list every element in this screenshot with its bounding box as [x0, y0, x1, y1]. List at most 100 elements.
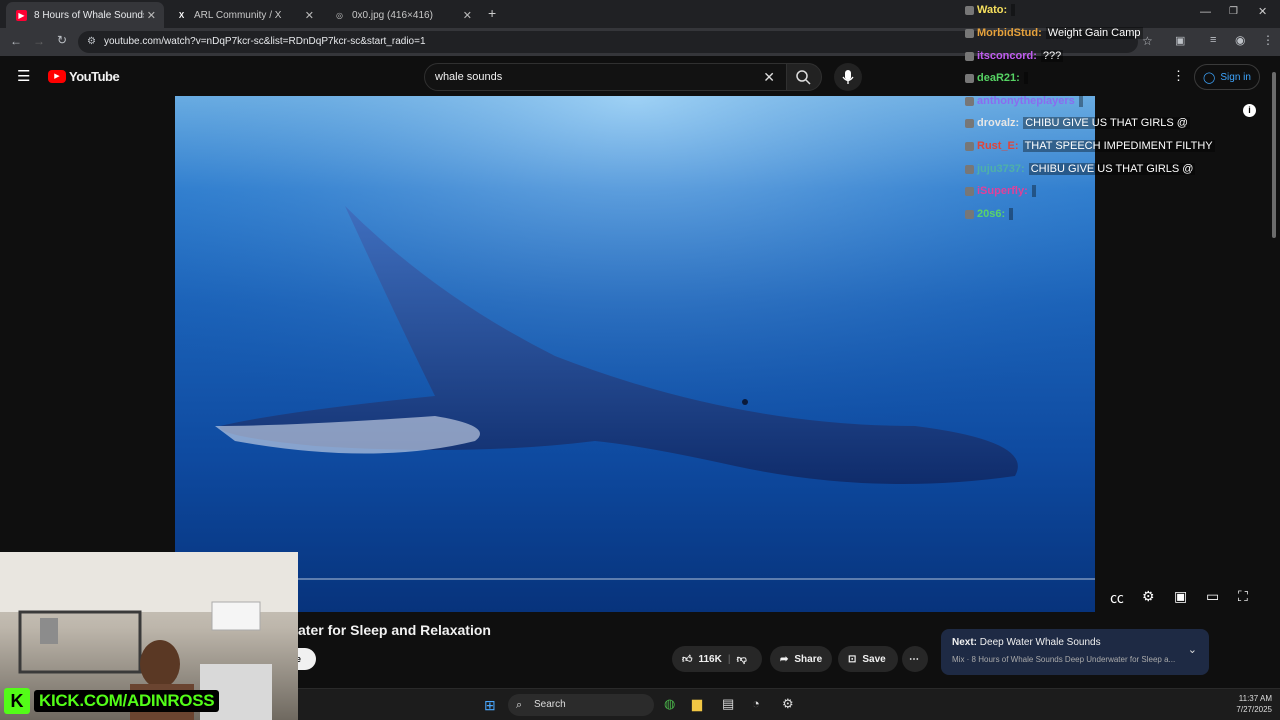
chat-username: drovalz:	[977, 117, 1020, 129]
search-query: whale sounds	[435, 71, 503, 83]
tab-label: 8 Hours of Whale Sounds Deep	[34, 9, 144, 21]
search-icon: ⌕	[516, 699, 523, 711]
chat-username: deaR21:	[977, 72, 1020, 84]
chat-text: ???	[1040, 50, 1064, 62]
windows-taskbar: ⊞ ⌕ Search ◍ ▆ ▤ ◔ ⚙ 11:37 AM 7/27/2025	[298, 688, 1280, 720]
settings-dots-icon[interactable]: ⋮	[1172, 68, 1185, 84]
tab-youtube[interactable]: ▶ 8 Hours of Whale Sounds Deep ✕	[6, 2, 164, 28]
chat-badge-icon	[965, 96, 974, 106]
close-tab-icon[interactable]: ✕	[147, 9, 156, 22]
extensions-icon[interactable]: ▣	[1175, 34, 1185, 47]
video-title: ater for Sleep and Relaxation	[298, 622, 491, 638]
forward-icon[interactable]: →	[33, 34, 45, 48]
close-tab-icon[interactable]: ✕	[463, 9, 472, 22]
next-prefix: Next:	[952, 637, 978, 648]
share-button[interactable]: ➦ Share	[770, 646, 832, 672]
more-icon: ⋯	[909, 653, 919, 665]
youtube-wordmark: YouTube	[69, 69, 120, 84]
media-icon[interactable]: ≡	[1210, 34, 1216, 46]
reload-icon[interactable]: ↻	[57, 33, 67, 47]
settings-app-icon[interactable]: ⚙	[782, 696, 794, 712]
chat-message: iSuperfly:	[965, 185, 1036, 197]
next-subtitle: Mix · 8 Hours of Whale Sounds Deep Under…	[952, 655, 1176, 664]
sign-in-label: Sign in	[1220, 71, 1251, 83]
search-button[interactable]	[786, 63, 822, 91]
chat-username: itsconcord:	[977, 50, 1037, 62]
chat-message: MorbidStud: Weight Gain Camp	[965, 27, 1143, 39]
chrome-icon[interactable]: ◍	[664, 696, 675, 712]
youtube-play-icon: ▶	[48, 70, 66, 83]
chat-text: CHIBU GIVE US THAT GIRLS @	[1028, 163, 1196, 175]
clock-date: 7/27/2025	[1236, 705, 1272, 714]
hamburger-menu-icon[interactable]: ☰	[17, 67, 30, 85]
site-info-icon[interactable]: ⚙	[87, 31, 96, 53]
chat-message: 20s6:	[965, 208, 1014, 220]
chat-text: Weight Gain Camp	[1045, 27, 1143, 39]
clear-search-icon[interactable]: ✕	[763, 64, 775, 90]
video-progress-bar[interactable]	[175, 578, 1095, 580]
kick-watermark: K KICK.COM/ADINROSS	[4, 688, 220, 714]
voice-search-button[interactable]	[834, 63, 862, 91]
chat-badge-icon	[965, 73, 974, 83]
url-text: youtube.com/watch?v=nDqP7kcr-sc&list=RDn…	[104, 36, 426, 47]
bookmark-star-icon[interactable]: ☆	[1142, 34, 1153, 48]
settings-gear-icon[interactable]: ⚙	[1142, 588, 1155, 605]
tab-label: ARL Community / X	[194, 9, 282, 21]
tab-image[interactable]: ◎ 0x0.jpg (416×416) ✕	[324, 2, 480, 28]
chat-badge-icon	[965, 164, 974, 174]
theater-mode-icon[interactable]: ▭	[1206, 588, 1219, 605]
page-scrollbar[interactable]	[1270, 62, 1278, 682]
like-button[interactable]: 👍︎ 116K | 👎︎	[672, 646, 762, 672]
chat-message: itsconcord:???	[965, 50, 1064, 62]
chat-username: juju3737:	[977, 163, 1025, 175]
browser-menu-icon[interactable]: ⋮	[1262, 33, 1274, 47]
kick-logo-icon: K	[4, 688, 30, 714]
chat-text: CHIBU GIVE US THAT GIRLS @	[1023, 117, 1190, 129]
chat-message: Wato:	[965, 4, 1016, 16]
close-window-icon[interactable]: ✕	[1258, 5, 1267, 18]
file-explorer-icon[interactable]: ▆	[692, 696, 702, 712]
tab-label: 0x0.jpg (416×416)	[352, 9, 433, 21]
save-button[interactable]: ⊡ Save	[838, 646, 898, 672]
chat-username: Rust_E:	[977, 140, 1019, 152]
share-label: Share	[794, 653, 823, 665]
search-input[interactable]: whale sounds ✕	[424, 63, 788, 91]
taskbar-search[interactable]: ⌕ Search	[508, 694, 654, 716]
app-icon[interactable]: ◔	[752, 696, 760, 711]
close-tab-icon[interactable]: ✕	[305, 9, 314, 22]
tab-x[interactable]: X ARL Community / X ✕	[166, 2, 322, 28]
new-tab-icon[interactable]: +	[488, 5, 496, 21]
back-icon[interactable]: ←	[10, 34, 22, 48]
chevron-down-icon[interactable]: ⌄	[1188, 643, 1197, 656]
taskbar-search-label: Search	[534, 699, 566, 710]
thumbs-down-icon[interactable]: 👎︎	[737, 653, 747, 665]
chat-badge-icon	[965, 209, 974, 219]
chat-badge-icon	[965, 5, 974, 15]
miniplayer-icon[interactable]: ▣	[1174, 588, 1187, 605]
more-actions-button[interactable]: ⋯	[902, 646, 928, 672]
system-clock[interactable]: 11:37 AM 7/27/2025	[1222, 693, 1272, 715]
chat-message: Rust_E: THAT SPEECH IMPEDIMENT FILTHY	[965, 140, 1215, 152]
sign-in-button[interactable]: ◯ Sign in	[1194, 64, 1260, 90]
chat-username: Wato:	[977, 4, 1008, 16]
chat-badge-icon	[965, 28, 974, 38]
restore-icon[interactable]: ❐	[1229, 6, 1238, 17]
video-player[interactable]	[175, 96, 1095, 612]
chat-username: iSuperfly:	[977, 185, 1028, 197]
profile-icon[interactable]: ◉	[1235, 33, 1245, 47]
store-icon[interactable]: ▤	[722, 696, 734, 712]
chat-text	[1011, 4, 1016, 16]
minimize-icon[interactable]: —	[1200, 6, 1211, 18]
up-next-card[interactable]: Next: Deep Water Whale Sounds Mix · 8 Ho…	[941, 629, 1209, 675]
clock-time: 11:37 AM	[1238, 694, 1272, 703]
youtube-logo[interactable]: ▶ YouTube	[48, 69, 120, 84]
chat-badge-icon	[965, 141, 974, 151]
scrollbar-thumb[interactable]	[1272, 72, 1276, 238]
chat-badge-icon	[965, 51, 974, 61]
captions-icon[interactable]: ㏄	[1110, 588, 1124, 608]
windows-start-icon[interactable]: ⊞	[484, 697, 496, 714]
info-icon[interactable]: i	[1243, 104, 1256, 117]
fullscreen-icon[interactable]: ⛶	[1238, 588, 1248, 605]
kick-url: KICK.COM/ADINROSS	[34, 690, 220, 712]
browser-tab-bar: ▶ 8 Hours of Whale Sounds Deep ✕ X ARL C…	[0, 0, 1280, 28]
